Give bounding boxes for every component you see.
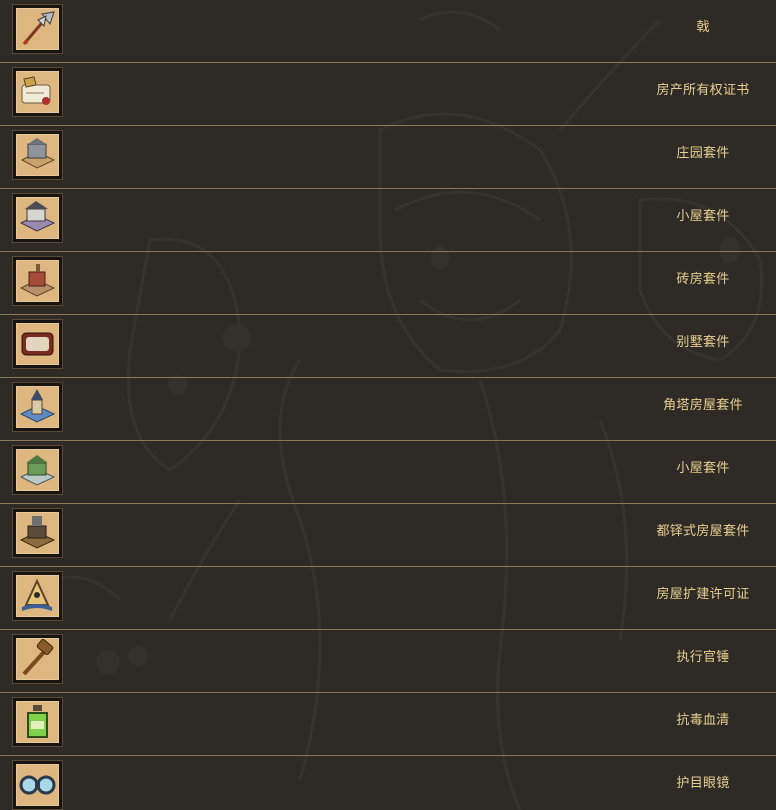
cottage-kit-icon (13, 194, 62, 242)
item-label: 庄园套件 (676, 146, 730, 161)
item-label: 戟 (696, 20, 710, 35)
item-label: 角塔房屋套件 (663, 398, 743, 413)
item-label: 小屋套件 (676, 461, 730, 476)
gavel-icon (13, 635, 62, 683)
villa-kit-icon (13, 320, 62, 368)
list-item[interactable]: 房产所有权证书 (0, 63, 776, 126)
cabin-kit-icon (13, 446, 62, 494)
list-item[interactable]: 小屋套件 (0, 441, 776, 504)
tudor-house-kit-icon (13, 509, 62, 557)
list-item[interactable]: 执行官锤 (0, 630, 776, 693)
list-item[interactable]: 角塔房屋套件 (0, 378, 776, 441)
brick-house-kit-icon (13, 257, 62, 305)
item-label: 执行官锤 (676, 650, 730, 665)
item-label: 房产所有权证书 (656, 83, 750, 98)
item-label: 护目眼镜 (676, 776, 730, 791)
item-label: 房屋扩建许可证 (656, 587, 750, 602)
list-item[interactable]: 戟 (0, 0, 776, 63)
item-label: 都铎式房屋套件 (656, 524, 750, 539)
item-label: 别墅套件 (676, 335, 730, 350)
list-item[interactable]: 抗毒血清 (0, 693, 776, 756)
list-item[interactable]: 砖房套件 (0, 252, 776, 315)
list-item[interactable]: 护目眼镜 (0, 756, 776, 810)
item-label: 砖房套件 (676, 272, 730, 287)
turret-house-kit-icon (13, 383, 62, 431)
list-item[interactable]: 庄园套件 (0, 126, 776, 189)
deed-scroll-icon (13, 68, 62, 116)
item-label: 小屋套件 (676, 209, 730, 224)
list-item[interactable]: 都铎式房屋套件 (0, 504, 776, 567)
manor-kit-icon (13, 131, 62, 179)
goggles-icon (13, 761, 62, 809)
expansion-permit-icon (13, 572, 62, 620)
page: 戟房产所有权证书 庄园套件 小屋套件 砖房套件 别墅套件 角塔房屋套件 小屋套件 都铎式房屋套… (0, 0, 776, 810)
item-list: 戟房产所有权证书 庄园套件 小屋套件 砖房套件 别墅套件 角塔房屋套件 小屋套件 都铎式房屋套… (0, 0, 776, 810)
antivenom-bottle-icon (13, 698, 62, 746)
halberd-icon (13, 5, 62, 53)
list-item[interactable]: 小屋套件 (0, 189, 776, 252)
list-item[interactable]: 房屋扩建许可证 (0, 567, 776, 630)
list-item[interactable]: 别墅套件 (0, 315, 776, 378)
item-label: 抗毒血清 (676, 713, 730, 728)
